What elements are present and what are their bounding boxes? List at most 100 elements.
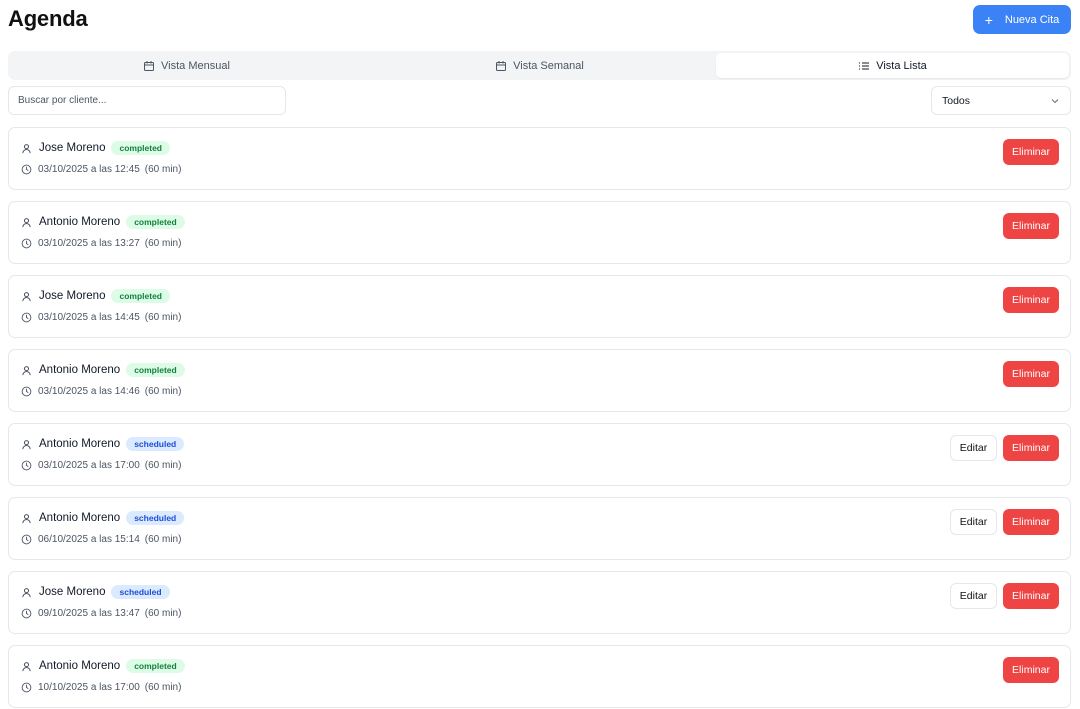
appointment-datetime: 09/10/2025 a las 13:47 xyxy=(38,608,140,619)
appointment-card: Antonio Moreno completed 03/10/2025 a las … xyxy=(8,349,1071,412)
appointment-card: Antonio Moreno completed 03/10/2025 a las … xyxy=(8,201,1071,264)
user-icon xyxy=(22,365,31,375)
appointment-time: 03/10/2025 a las 14:45 (60 min) xyxy=(21,312,181,323)
chevron-down-icon xyxy=(1051,98,1059,103)
status-badge: completed xyxy=(111,289,170,303)
status-badge: completed xyxy=(111,141,170,155)
appointment-header: Jose Moreno scheduled xyxy=(21,585,170,599)
client-name: Antonio Moreno xyxy=(39,216,121,228)
appointment-actions: Eliminar xyxy=(1003,213,1059,239)
delete-button[interactable]: Eliminar xyxy=(1003,287,1059,313)
appointment-actions: Eliminar xyxy=(1003,361,1059,387)
user-icon xyxy=(22,291,31,301)
delete-button[interactable]: Eliminar xyxy=(1003,583,1059,609)
status-badge: scheduled xyxy=(111,585,170,599)
user-icon xyxy=(22,513,31,523)
appointment-actions: Eliminar xyxy=(1003,287,1059,313)
client-name: Antonio Moreno xyxy=(39,364,121,376)
appointment-datetime: 03/10/2025 a las 17:00 xyxy=(38,460,140,471)
appointment-header: Antonio Moreno scheduled xyxy=(21,511,185,525)
clock-icon xyxy=(21,312,32,323)
tab-label: Vista Mensual xyxy=(161,59,230,72)
tab-label: Vista Semanal xyxy=(513,59,584,72)
appointment-duration: (60 min) xyxy=(144,534,182,545)
clock-icon xyxy=(21,238,32,249)
appointment-datetime: 03/10/2025 a las 13:27 xyxy=(38,238,140,249)
status-badge: completed xyxy=(126,363,185,377)
tab-list[interactable]: Vista Lista xyxy=(716,53,1069,78)
appointment-header: Antonio Moreno completed xyxy=(21,215,185,229)
appointment-actions: Eliminar xyxy=(1003,139,1059,165)
appointment-actions: Editar Eliminar xyxy=(950,435,1059,461)
appointment-duration: (60 min) xyxy=(144,386,182,397)
appointment-duration: (60 min) xyxy=(144,682,182,693)
clock-icon xyxy=(21,608,32,619)
appointment-datetime: 10/10/2025 a las 17:00 xyxy=(38,682,140,693)
appointment-datetime: 03/10/2025 a las 14:45 xyxy=(38,312,140,323)
search-input[interactable] xyxy=(8,86,286,115)
client-name: Jose Moreno xyxy=(39,586,106,598)
clock-icon xyxy=(21,460,32,471)
status-badge: scheduled xyxy=(126,437,185,451)
edit-button[interactable]: Editar xyxy=(950,435,997,461)
user-icon xyxy=(22,217,31,227)
user-icon xyxy=(22,587,31,597)
tab-monthly[interactable]: Vista Mensual xyxy=(10,53,363,78)
client-name: Jose Moreno xyxy=(39,290,106,302)
status-badge: scheduled xyxy=(126,511,185,525)
appointment-duration: (60 min) xyxy=(144,238,182,249)
appointment-card: Jose Moreno completed 03/10/2025 a las 12:… xyxy=(8,127,1071,190)
new-appointment-button[interactable]: + Nueva Cita xyxy=(973,5,1071,34)
clock-icon xyxy=(21,534,32,545)
delete-button[interactable]: Eliminar xyxy=(1003,657,1059,683)
delete-button[interactable]: Eliminar xyxy=(1003,213,1059,239)
client-name: Antonio Moreno xyxy=(39,660,121,672)
view-tabs: Vista Mensual Vista Semanal Vista Lista xyxy=(8,51,1071,80)
appointment-actions: Eliminar xyxy=(1003,657,1059,683)
appointment-datetime: 03/10/2025 a las 14:46 xyxy=(38,386,140,397)
delete-button[interactable]: Eliminar xyxy=(1003,361,1059,387)
list-icon xyxy=(859,62,870,69)
clock-icon xyxy=(21,682,32,693)
user-icon xyxy=(22,439,31,449)
appointment-card: Antonio Moreno completed 10/10/2025 a las … xyxy=(8,645,1071,708)
tab-label: Vista Lista xyxy=(876,59,927,72)
appointment-time: 03/10/2025 a las 13:27 (60 min) xyxy=(21,238,181,249)
delete-button[interactable]: Eliminar xyxy=(1003,509,1059,535)
client-name: Jose Moreno xyxy=(39,142,106,154)
appointment-duration: (60 min) xyxy=(144,164,182,175)
appointment-time: 06/10/2025 a las 15:14 (60 min) xyxy=(21,534,181,545)
calendar-icon xyxy=(496,60,507,71)
appointment-time: 09/10/2025 a las 13:47 (60 min) xyxy=(21,608,181,619)
status-badge: completed xyxy=(126,659,185,673)
new-appointment-label: Nueva Cita xyxy=(1004,13,1060,26)
appointment-header: Antonio Moreno completed xyxy=(21,659,185,673)
appointment-header: Jose Moreno completed xyxy=(21,289,170,303)
appointment-duration: (60 min) xyxy=(144,608,182,619)
appointment-time: 10/10/2025 a las 17:00 (60 min) xyxy=(21,682,181,693)
appointment-time: 03/10/2025 a las 17:00 (60 min) xyxy=(21,460,181,471)
status-filter-select[interactable]: Todos xyxy=(931,86,1071,115)
edit-button[interactable]: Editar xyxy=(950,583,997,609)
page-title: Agenda xyxy=(8,6,88,31)
delete-button[interactable]: Eliminar xyxy=(1003,435,1059,461)
appointment-card: Jose Moreno completed 03/10/2025 a las 14:… xyxy=(8,275,1071,338)
client-name: Antonio Moreno xyxy=(39,438,121,450)
clock-icon xyxy=(21,386,32,397)
status-badge: completed xyxy=(126,215,185,229)
appointment-duration: (60 min) xyxy=(144,460,182,471)
appointment-time: 03/10/2025 a las 12:45 (60 min) xyxy=(21,164,181,175)
appointment-card: Antonio Moreno scheduled 06/10/2025 a las … xyxy=(8,497,1071,560)
appointment-datetime: 03/10/2025 a las 12:45 xyxy=(38,164,140,175)
plus-icon: + xyxy=(984,11,993,28)
edit-button[interactable]: Editar xyxy=(950,509,997,535)
appointment-actions: Editar Eliminar xyxy=(950,583,1059,609)
status-filter-value: Todos xyxy=(942,94,971,107)
appointment-datetime: 06/10/2025 a las 15:14 xyxy=(38,534,140,545)
delete-button[interactable]: Eliminar xyxy=(1003,139,1059,165)
appointment-duration: (60 min) xyxy=(144,312,182,323)
appointment-card: Jose Moreno scheduled 09/10/2025 a las 13:… xyxy=(8,571,1071,634)
appointment-actions: Editar Eliminar xyxy=(950,509,1059,535)
appointment-list: Jose Moreno completed 03/10/2025 a las 12:… xyxy=(8,127,1071,709)
tab-weekly[interactable]: Vista Semanal xyxy=(363,53,716,78)
